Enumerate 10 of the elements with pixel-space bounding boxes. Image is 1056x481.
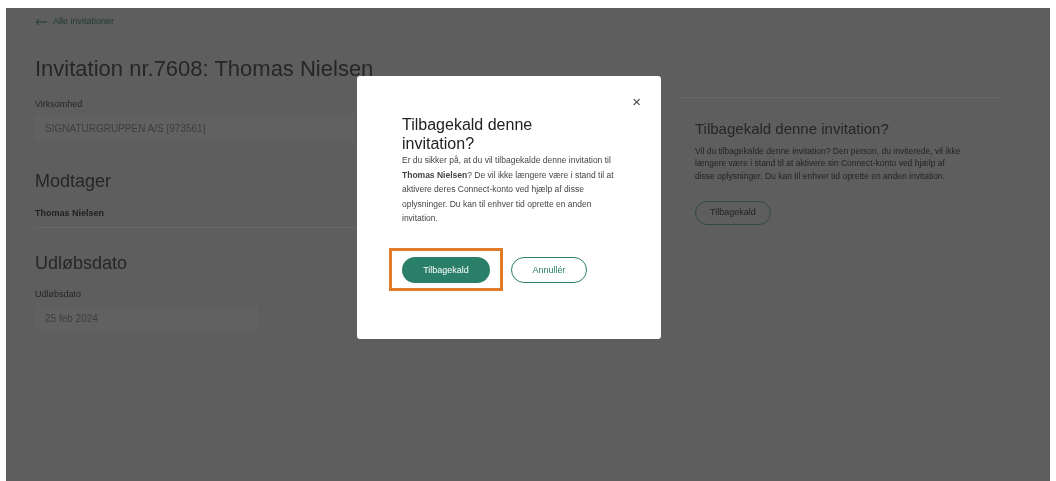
section-heading: Modtager: [35, 170, 112, 193]
section-heading: Udløbsdato: [35, 251, 128, 275]
cancel-button[interactable]: Annullér: [511, 257, 587, 284]
confirm-button[interactable]: Tilbagekald: [402, 257, 490, 284]
panel-heading: Tilbagekald denne invitation?: [695, 119, 890, 139]
close-button[interactable]: ×: [632, 94, 641, 109]
page-title: Invitation nr.7608: Thomas Nielsen: [35, 54, 374, 83]
arrow-left-icon: [35, 17, 47, 26]
dialog-text: Er du sikker på, at du vil tilbagekalde denne invitation til Thomas Nielsen? De vil ikke længere være i stand til at aktivere deres Connect-konto ved hjælp af disse oplysninger. Du kan til enhver tid oprette en anden invitation.: [402, 154, 615, 225]
dialog-title: Tilbagekald denne invitation?: [402, 115, 534, 153]
